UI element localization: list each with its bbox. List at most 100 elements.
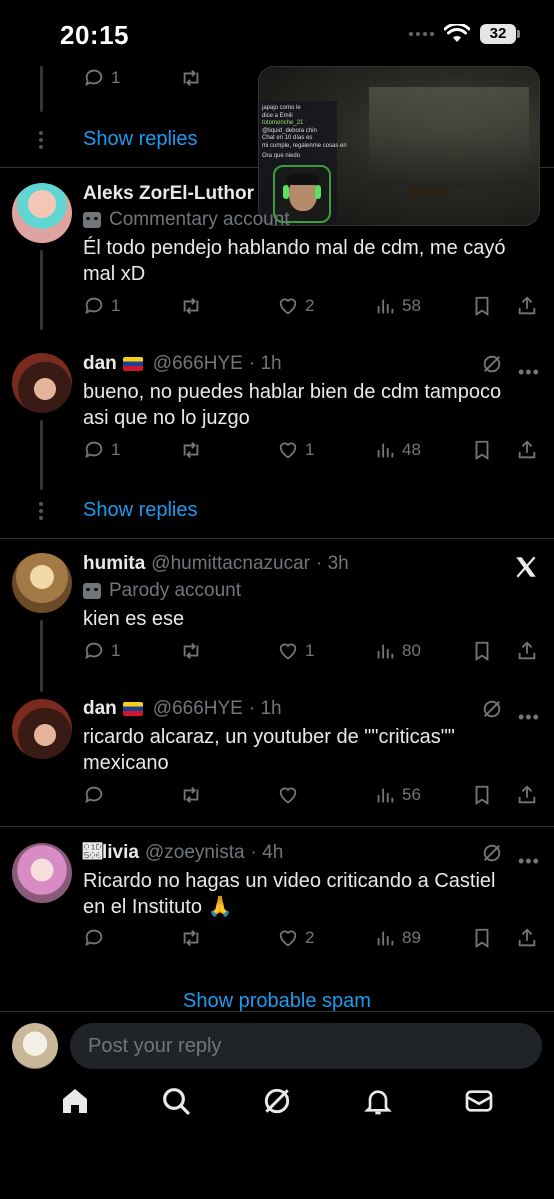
account-label: Parody account xyxy=(83,580,241,602)
like-action[interactable] xyxy=(277,784,374,806)
status-time: 20:15 xyxy=(60,20,129,50)
show-replies-link[interactable]: Show replies xyxy=(83,128,198,151)
retweet-action[interactable] xyxy=(180,784,277,806)
x-logo-icon[interactable] xyxy=(513,554,539,580)
thread-line xyxy=(40,66,43,112)
like-action[interactable]: 1 xyxy=(277,640,374,662)
avatar[interactable] xyxy=(12,353,72,413)
reply-icon xyxy=(85,297,103,315)
bookmark-action[interactable] xyxy=(471,927,516,949)
game-scene xyxy=(369,87,529,187)
tweet-actions: 56 xyxy=(83,784,541,806)
reply-action[interactable]: 1 xyxy=(83,439,180,461)
views-action[interactable]: 56 xyxy=(374,784,471,806)
views-icon xyxy=(377,443,394,458)
retweet-action[interactable] xyxy=(180,640,277,662)
handle[interactable]: @666HYE xyxy=(153,353,243,375)
avatar[interactable] xyxy=(12,553,72,613)
tweet-actions: 2 89 xyxy=(83,927,541,949)
like-count: 2 xyxy=(305,296,315,315)
bookmark-action[interactable] xyxy=(471,640,516,662)
share-action[interactable] xyxy=(516,784,541,806)
timestamp: · 1h xyxy=(248,353,282,374)
tweet-actions: 1 1 48 xyxy=(83,439,541,461)
account-label: Commentary account xyxy=(83,209,290,231)
bookmark-action[interactable] xyxy=(471,295,516,317)
like-action[interactable]: 2 xyxy=(277,927,374,949)
avatar[interactable] xyxy=(12,843,72,903)
tweet-text: Él todo pendejo hablando mal de cdm, me … xyxy=(83,237,506,285)
avatar[interactable] xyxy=(12,699,72,759)
show-replies-link[interactable]: Show replies xyxy=(83,499,198,522)
account-label-text: Parody account xyxy=(109,580,242,601)
more-replies-dots xyxy=(39,502,43,523)
retweet-action[interactable] xyxy=(180,67,202,89)
display-name[interactable]: dan xyxy=(83,698,117,720)
divider xyxy=(0,826,554,827)
views-action[interactable]: 89 xyxy=(374,927,471,949)
bookmark-icon xyxy=(475,641,489,661)
views-icon xyxy=(377,788,394,803)
share-action[interactable] xyxy=(516,927,541,949)
bottom-nav xyxy=(0,1085,554,1117)
tweet-header: dan @666HYE · 1h xyxy=(83,698,282,720)
retweet-action[interactable] xyxy=(180,927,277,949)
mail-icon[interactable] xyxy=(463,1085,495,1117)
retweet-icon xyxy=(183,298,199,314)
reply-action[interactable] xyxy=(83,784,180,806)
tweet-actions: 1 1 80 xyxy=(83,640,541,662)
reply-action[interactable]: 1 xyxy=(83,640,180,662)
venezuela-flag-icon xyxy=(122,702,143,716)
timestamp: · 3h xyxy=(315,553,349,574)
chat-line: @liquid_debora chin xyxy=(262,127,317,134)
reply-action[interactable] xyxy=(83,927,180,949)
heart-icon xyxy=(279,298,297,315)
like-action[interactable]: 1 xyxy=(277,439,374,461)
share-action[interactable] xyxy=(516,640,541,662)
reply-action[interactable]: 1 xyxy=(83,295,180,317)
handle[interactable]: @zoeynista xyxy=(145,842,245,864)
views-action[interactable]: 80 xyxy=(374,640,471,662)
retweet-action[interactable] xyxy=(180,295,277,317)
more-replies-dots xyxy=(39,131,43,152)
tweet-text: bueno, no puedes hablar bien de cdm tamp… xyxy=(83,381,502,429)
tweet-header: Aleks ZorEl-Luthor xyxy=(83,183,254,205)
search-icon[interactable] xyxy=(160,1085,192,1117)
display-name[interactable]: humita xyxy=(83,553,145,575)
my-avatar[interactable] xyxy=(12,1023,58,1069)
grok-icon[interactable] xyxy=(481,842,503,864)
share-icon xyxy=(518,785,536,804)
handle[interactable]: @666HYE xyxy=(153,698,243,720)
retweet-action[interactable] xyxy=(180,439,277,461)
views-action[interactable]: 48 xyxy=(374,439,471,461)
reply-input[interactable]: Post your reply xyxy=(70,1023,542,1069)
bookmark-action[interactable] xyxy=(471,784,516,806)
tweet-header: humita @humittacnazucar · 3h xyxy=(83,553,349,575)
views-action[interactable]: 58 xyxy=(374,295,471,317)
bell-icon[interactable] xyxy=(362,1085,394,1117)
tweet-header: 𝔆livia @zoeynista · 4h xyxy=(83,842,283,864)
stream-overlay[interactable]: japajo como le dice a Emili totomonche_2… xyxy=(258,66,540,226)
bookmark-action[interactable] xyxy=(471,439,516,461)
grok-icon[interactable] xyxy=(481,353,503,375)
avatar[interactable] xyxy=(12,183,72,243)
display-name[interactable]: dan xyxy=(83,353,117,375)
grok-icon[interactable] xyxy=(261,1085,293,1117)
grok-icon[interactable] xyxy=(481,698,503,720)
retweet-icon xyxy=(183,930,199,946)
chat-line: Chat en 10 días es xyxy=(262,135,313,141)
reply-count: 1 xyxy=(111,68,121,87)
like-count: 2 xyxy=(305,928,315,947)
display-name[interactable]: 𝔆livia xyxy=(83,842,139,864)
share-action[interactable] xyxy=(516,295,541,317)
reply-action[interactable]: 1 xyxy=(83,67,120,89)
handle[interactable]: @humittacnazucar xyxy=(151,553,310,575)
show-probable-spam-link[interactable]: Show probable spam xyxy=(0,990,554,1013)
tweet-text: Ricardo no hagas un video criticando a C… xyxy=(83,870,496,918)
display-name[interactable]: Aleks ZorEl-Luthor xyxy=(83,183,254,205)
like-action[interactable]: 2 xyxy=(277,295,374,317)
home-icon[interactable] xyxy=(59,1085,91,1117)
tweet-header: dan @666HYE · 1h xyxy=(83,353,282,375)
share-action[interactable] xyxy=(516,439,541,461)
heart-icon xyxy=(279,787,297,804)
